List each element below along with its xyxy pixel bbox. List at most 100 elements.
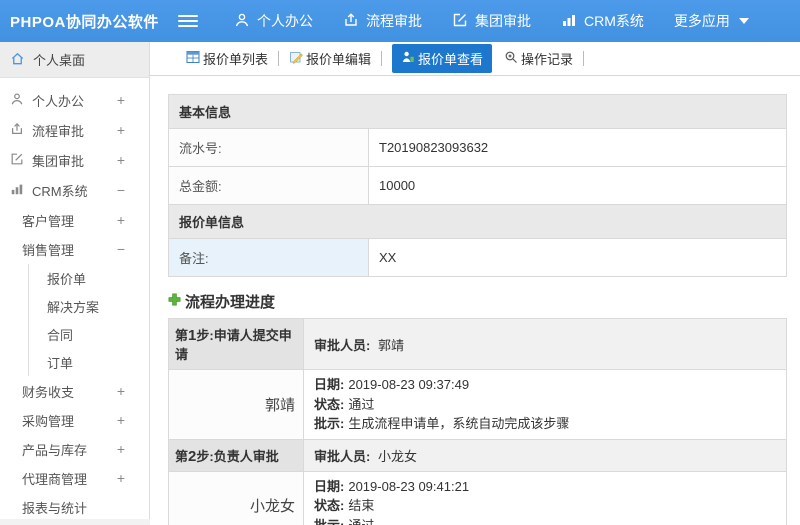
sidebar-item-label: 产品与库存 (22, 442, 88, 458)
detail-status-line: 状态: 结束 (314, 498, 375, 513)
tab-quotation-edit[interactable]: 报价单编辑 (283, 45, 377, 72)
approver-name: 小龙女 (377, 448, 417, 464)
expand-plus-icon[interactable]: + (117, 383, 125, 399)
tab-label: 报价单列表 (203, 52, 269, 67)
sidebar-item-label: 报表与统计 (22, 500, 88, 516)
sidebar-item-label: 集团审批 (32, 153, 85, 169)
table-icon (186, 50, 200, 67)
step-header-row: 第2步:负责人审批 审批人员: 小龙女 (168, 438, 787, 472)
nav-item-more-apps[interactable]: 更多应用 (674, 11, 749, 31)
workflow-icon (0, 122, 32, 139)
nav-label: CRM系统 (584, 13, 644, 29)
sidebar-item-label: 采购管理 (22, 413, 75, 429)
serial-number-label: 流水号: (168, 128, 369, 167)
tab-operation-log[interactable]: 操作记录 (498, 45, 579, 72)
detail-status-line: 状态: 通过 (314, 396, 375, 412)
collapse-minus-icon[interactable]: − (117, 241, 125, 257)
sidebar-item-sales-management[interactable]: 销售管理 − (0, 235, 149, 263)
chart-icon (0, 182, 32, 199)
expand-plus-icon[interactable]: + (117, 470, 125, 486)
tab-divider (583, 51, 585, 66)
tab-divider (381, 51, 383, 66)
table-row: 备注: XX (168, 238, 787, 277)
main-content: 报价单列表 报价单编辑 报价单查看 操作记录 基本信息 流水号: T201908… (150, 42, 800, 525)
sidebar-item-order[interactable]: 订单 (28, 348, 149, 376)
top-navbar: PHPOA协同办公软件 个人办公 流程审批 集团审批 CRM系统 更多应用 (0, 0, 800, 42)
sidebar-item-agent-management[interactable]: 代理商管理 + (0, 464, 149, 492)
workflow-progress-table: 第1步:申请人提交申请 审批人员: 郭靖 郭靖 日期: 2019-08-23 09… (168, 318, 787, 525)
expand-plus-icon[interactable]: + (117, 412, 125, 428)
nav-item-group-approval[interactable]: 集团审批 (452, 11, 531, 31)
expand-plus-icon[interactable]: + (117, 152, 125, 168)
nav-label: 更多应用 (673, 13, 730, 29)
remark-value: XX (368, 238, 787, 277)
home-icon (10, 51, 25, 69)
nav-label: 流程审批 (366, 13, 422, 29)
table-row: 总金额: 10000 (168, 166, 787, 205)
workflow-progress-heading: 流程办理进度 (168, 291, 787, 312)
nav-item-workflow-approval[interactable]: 流程审批 (343, 11, 422, 31)
expand-plus-icon[interactable]: + (117, 441, 125, 457)
hamburger-menu-icon[interactable] (178, 15, 198, 27)
tab-bar: 报价单列表 报价单编辑 报价单查看 操作记录 (150, 42, 800, 76)
nav-item-personal-office[interactable]: 个人办公 (234, 11, 313, 31)
total-amount-label: 总金额: (168, 166, 369, 205)
sidebar: 个人桌面 个人办公 + 流程审批 + 集团审批 + CRM系统 − 客户管理 +… (0, 42, 150, 519)
sidebar-item-label: 报价单 (47, 271, 87, 287)
total-amount-value: 10000 (368, 166, 787, 205)
step-2-label: 第2步:负责人审批 (168, 438, 304, 472)
magnifier-icon (504, 50, 518, 67)
sidebar-item-crm-system[interactable]: CRM系统 − (0, 176, 149, 204)
tab-quotation-list[interactable]: 报价单列表 (180, 45, 274, 72)
sidebar-item-label: 代理商管理 (22, 471, 88, 487)
sidebar-item-personal-desktop[interactable]: 个人桌面 (0, 42, 149, 78)
caret-down-icon (738, 18, 749, 24)
tab-divider (278, 51, 280, 66)
approver-name-cell: 小龙女 (168, 470, 304, 525)
plus-green-icon (168, 293, 181, 310)
nav-item-crm-system[interactable]: CRM系统 (561, 11, 644, 31)
section-header-quotation-info: 报价单信息 (168, 204, 787, 239)
sidebar-item-label: 客户管理 (22, 213, 75, 229)
sidebar-item-reports-statistics[interactable]: 报表与统计 (0, 493, 149, 521)
tab-quotation-view[interactable]: 报价单查看 (392, 44, 493, 73)
heading-text: 流程办理进度 (185, 294, 276, 311)
sidebar-item-label: 订单 (47, 355, 74, 371)
detail-date-line: 日期: 2019-08-23 09:37:49 (314, 377, 470, 392)
detail-date-line: 日期: 2019-08-23 09:41:21 (314, 478, 470, 494)
sidebar-item-label: 流程审批 (32, 123, 85, 139)
detail-comment-line: 批示: 通过 (314, 517, 375, 525)
sidebar-item-customer-management[interactable]: 客户管理 + (0, 206, 149, 234)
app-window: PHPOA协同办公软件 个人办公 流程审批 集团审批 CRM系统 更多应用 个人… (0, 0, 800, 525)
sidebar-item-quotation[interactable]: 报价单 (28, 264, 149, 292)
expand-plus-icon[interactable]: + (117, 92, 125, 108)
step-2-approver: 审批人员: 小龙女 (303, 438, 787, 472)
step-detail-row: 小龙女 日期: 2019-08-23 09:41:21 状态: 结束 批示: 通过 (168, 470, 787, 525)
serial-number-value: T20190823093632 (368, 128, 787, 167)
collapse-minus-icon[interactable]: − (117, 182, 125, 198)
person-view-icon (401, 50, 415, 67)
workflow-icon (343, 12, 359, 31)
sidebar-item-group-approval[interactable]: 集团审批 + (0, 146, 149, 174)
expand-plus-icon[interactable]: + (117, 122, 125, 138)
table-row: 流水号: T20190823093632 (168, 128, 787, 167)
step-header-row: 第1步:申请人提交申请 审批人员: 郭靖 (168, 318, 787, 370)
step-1-label: 第1步:申请人提交申请 (168, 318, 304, 370)
sidebar-item-finance[interactable]: 财务收支 + (0, 377, 149, 405)
detail-comment-line: 批示: 生成流程申请单，系统自动完成该步骤 (314, 416, 570, 431)
sidebar-item-workflow-approval[interactable]: 流程审批 + (0, 116, 149, 144)
sidebar-item-solution[interactable]: 解决方案 (28, 292, 149, 320)
edit-icon (0, 152, 32, 169)
approver-label: 审批人员: (314, 337, 371, 353)
step-1-detail: 日期: 2019-08-23 09:37:49 状态: 通过 批示: 生成流程申请单，… (303, 369, 787, 440)
edit-note-icon (289, 50, 303, 67)
sidebar-item-label: 个人桌面 (33, 53, 86, 68)
expand-plus-icon[interactable]: + (117, 212, 125, 228)
sidebar-item-label: CRM系统 (32, 183, 88, 199)
nav-label: 个人办公 (257, 13, 313, 29)
sidebar-item-product-inventory[interactable]: 产品与库存 + (0, 435, 149, 463)
sidebar-item-personal-office[interactable]: 个人办公 + (0, 86, 149, 114)
sidebar-item-contract[interactable]: 合同 (28, 320, 149, 348)
approver-name-cell: 郭靖 (168, 369, 304, 440)
sidebar-item-purchasing[interactable]: 采购管理 + (0, 406, 149, 434)
